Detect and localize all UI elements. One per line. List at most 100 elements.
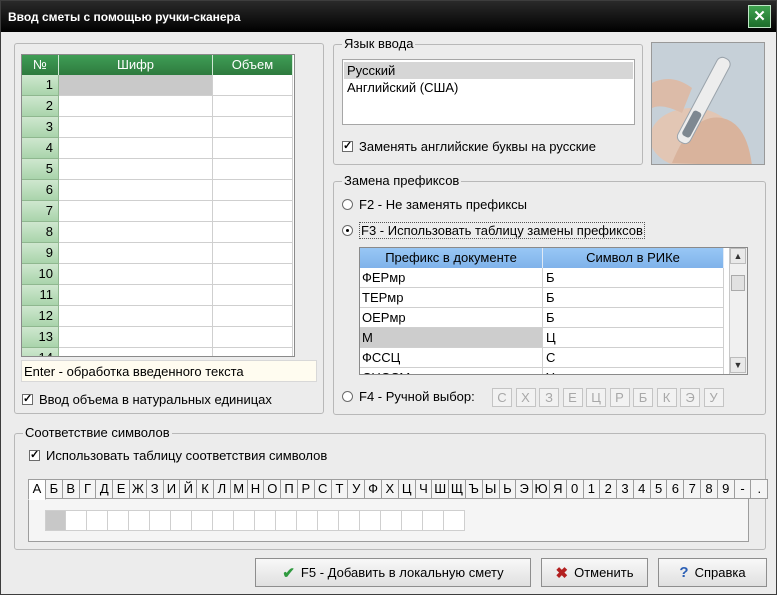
symbol-input-cell[interactable] [381,510,402,531]
col-number[interactable]: № [22,55,59,75]
volume-cell[interactable] [213,201,293,222]
table-row[interactable]: ФЕРмр Б [360,268,724,288]
manual-prefix-button[interactable]: К [656,388,677,407]
volume-cell[interactable] [213,75,293,96]
prefix-table[interactable]: Префикс в документе Символ в РИКе ФЕРмр Б… [359,247,748,375]
prefix-cell[interactable]: ТЕРмр [360,288,543,308]
letter-tab[interactable]: . [751,479,769,499]
letter-tab[interactable]: С [314,479,332,499]
col-volume[interactable]: Объем [213,55,293,75]
symbol-input-cell[interactable] [234,510,255,531]
symbol-cell[interactable]: Б [543,308,724,328]
volume-cell[interactable] [213,222,293,243]
language-item-russian[interactable]: Русский [344,62,633,79]
volume-cell[interactable] [213,306,293,327]
table-row[interactable]: 11 [22,285,293,306]
symbol-cell[interactable]: Ц [543,328,724,348]
letter-tab[interactable]: Ю [533,479,550,499]
manual-prefix-button[interactable]: У [703,388,724,407]
table-row[interactable]: МЦ [360,328,724,348]
table-row[interactable]: 9 [22,243,293,264]
letter-tab[interactable]: Ш [432,479,450,499]
prefix-col-doc[interactable]: Префикс в документе [360,248,543,268]
letter-tab[interactable]: 4 [633,479,651,499]
table-row[interactable]: 10 [22,264,293,285]
manual-prefix-button[interactable]: З [539,388,559,407]
volume-cell[interactable] [213,264,293,285]
letter-tab[interactable]: Б [46,479,63,499]
letter-tab[interactable]: 6 [667,479,685,499]
letter-tab[interactable]: Х [381,479,399,499]
symbol-input-cell[interactable] [297,510,318,531]
table-row[interactable]: 13 [22,327,293,348]
letter-tab[interactable]: Д [96,479,114,499]
volume-cell[interactable] [213,96,293,117]
letter-tab[interactable]: 1 [583,479,601,499]
table-row[interactable]: ОЕРмр Б [360,308,724,328]
manual-prefix-button[interactable]: Р [609,388,630,407]
code-cell[interactable] [59,138,213,159]
estimate-grid[interactable]: № Шифр Объем 1234567891011121314 ▲ ▼ [21,54,295,357]
letter-tab[interactable]: Л [213,479,231,499]
scroll-up-icon[interactable]: ▲ [730,248,746,264]
scroll-down-icon[interactable]: ▼ [730,357,746,373]
language-list[interactable]: Русский Английский (США) [342,59,635,125]
symbol-input-cell[interactable] [444,510,465,531]
letter-tab[interactable]: Ы [482,479,500,499]
volume-cell[interactable] [213,159,293,180]
table-row[interactable]: ФССЦ С [360,348,724,368]
code-cell[interactable] [59,264,213,285]
code-cell[interactable] [59,348,213,356]
letter-tab[interactable]: 2 [600,479,618,499]
letter-tab[interactable]: Э [516,479,534,499]
letter-tab[interactable]: Е [113,479,130,499]
code-cell[interactable] [59,201,213,222]
prefix-cell[interactable]: ФССЦ [360,348,543,368]
letter-tab[interactable]: И [163,479,181,499]
code-cell[interactable] [59,327,213,348]
cancel-button[interactable]: ✖ Отменить [541,558,648,587]
symbol-input-cell[interactable] [171,510,192,531]
symbol-input-cell[interactable] [108,510,129,531]
close-button[interactable]: ✕ [748,5,771,28]
letter-tab[interactable]: 5 [650,479,668,499]
letter-tab[interactable]: Щ [449,479,466,499]
letter-tab[interactable]: Г [79,479,97,499]
table-row[interactable]: 6 [22,180,293,201]
prefix-col-symbol[interactable]: Символ в РИКе [543,248,724,268]
symbol-input-cell[interactable] [276,510,297,531]
volume-cell[interactable] [213,180,293,201]
manual-prefix-button[interactable]: Э [680,388,700,407]
letter-tab[interactable]: М [230,479,248,499]
prefix-cell[interactable]: ФЕРмр [360,268,543,288]
volume-cell[interactable] [213,327,293,348]
volume-cell[interactable] [213,117,293,138]
code-cell[interactable] [59,222,213,243]
letter-tab[interactable]: Ч [415,479,433,499]
letter-tab[interactable]: Ц [398,479,416,499]
letter-tab[interactable]: У [348,479,366,499]
letter-tab[interactable]: - [734,479,752,499]
table-row[interactable]: 12 [22,306,293,327]
symbol-cell[interactable]: Б [543,288,724,308]
symbol-input-cell[interactable] [45,510,66,531]
symbol-input-cell[interactable] [66,510,87,531]
code-cell[interactable] [59,243,213,264]
radio-f2[interactable]: F2 - Не заменять префиксы [342,197,527,212]
table-row[interactable]: 8 [22,222,293,243]
code-cell[interactable] [59,306,213,327]
letter-tab[interactable]: О [264,479,282,499]
letter-tab[interactable]: Ж [129,479,147,499]
volume-cell[interactable] [213,285,293,306]
manual-prefix-button[interactable]: Х [515,388,536,407]
col-code[interactable]: Шифр [59,55,213,75]
table-row[interactable]: 7 [22,201,293,222]
letter-tab[interactable]: Т [331,479,349,499]
prefix-scrollbar[interactable]: ▲ ▼ [729,248,747,374]
code-cell[interactable] [59,117,213,138]
table-row[interactable]: 4 [22,138,293,159]
symbol-input-cell[interactable] [360,510,381,531]
use-symbols-checkbox[interactable]: ✓ Использовать таблицу соответствия симв… [29,448,327,463]
table-row[interactable]: 3 [22,117,293,138]
symbol-input-cell[interactable] [318,510,339,531]
